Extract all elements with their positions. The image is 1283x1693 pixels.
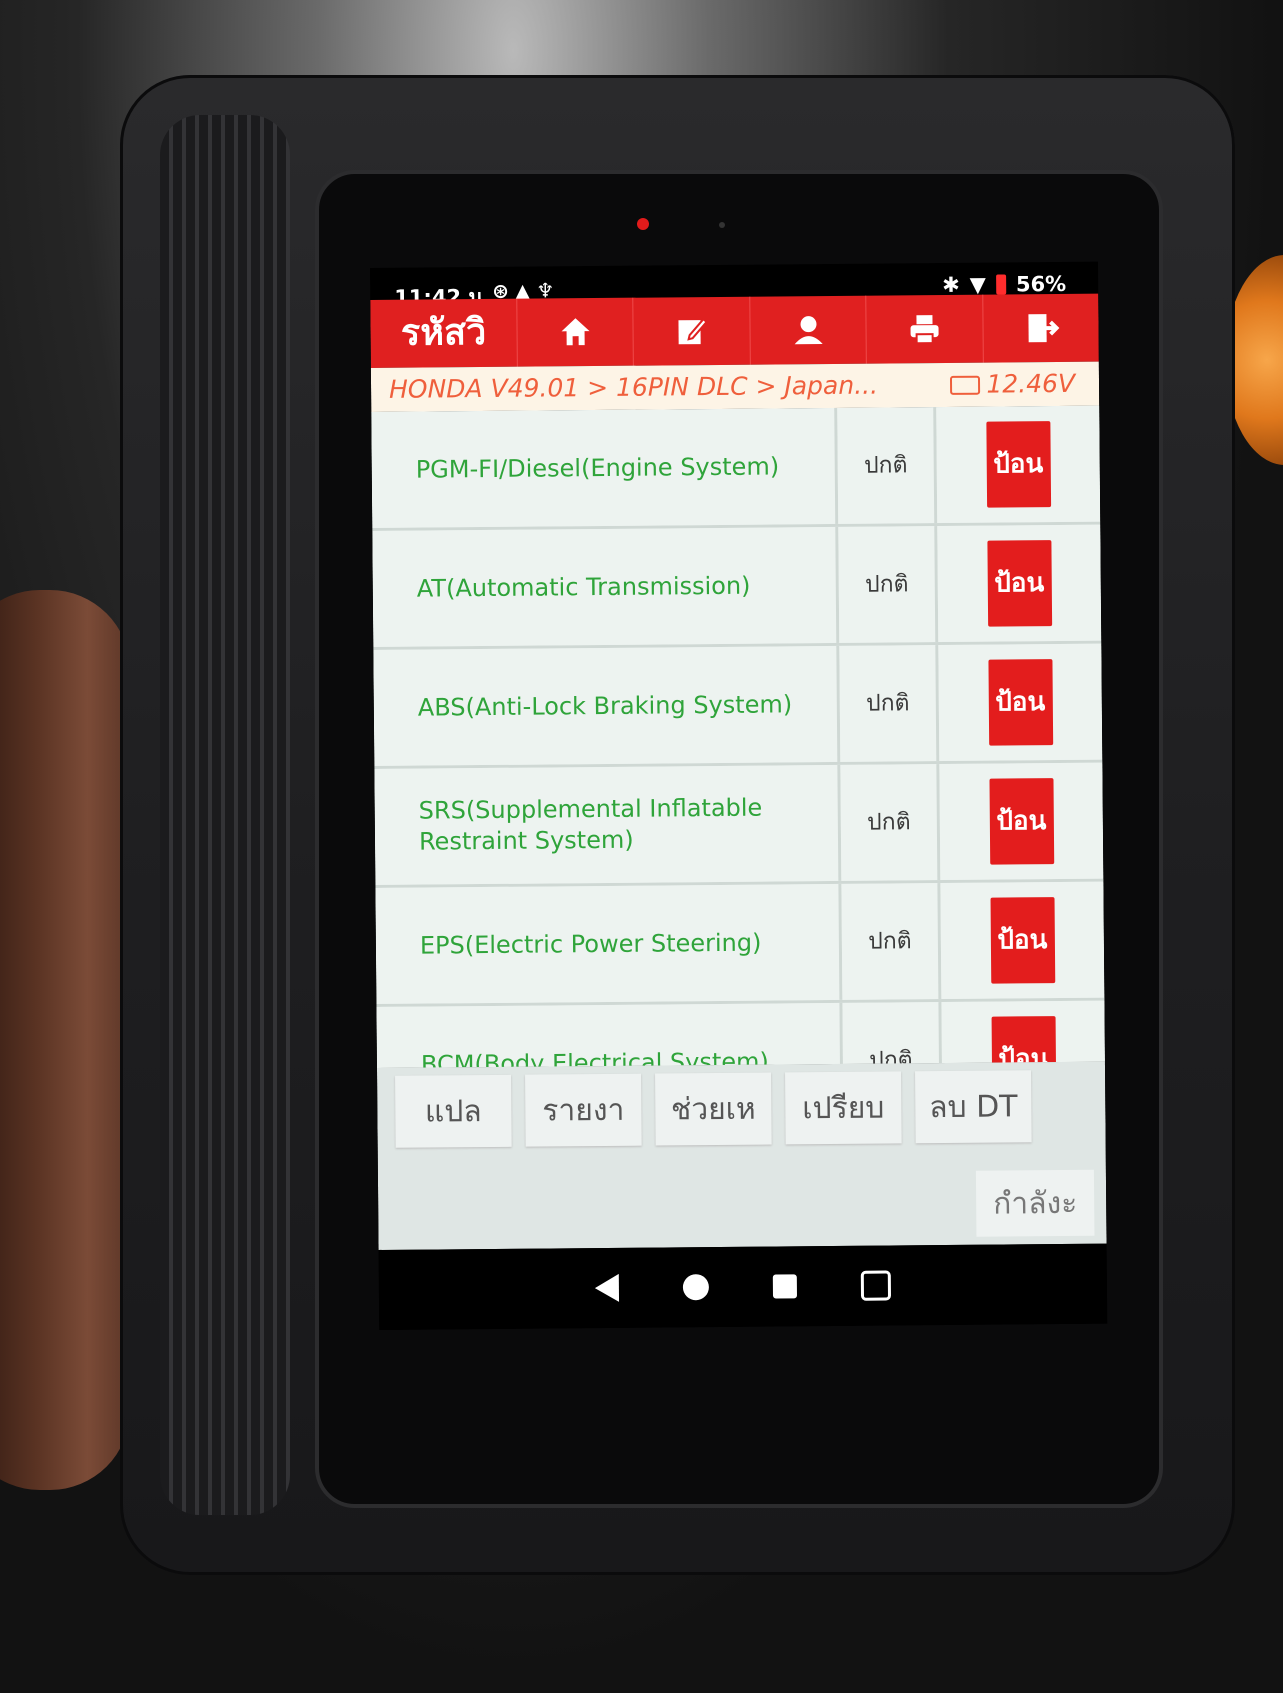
home-icon: [561, 318, 590, 346]
exit-icon: [1028, 314, 1060, 343]
system-name: PGM-FI/Diesel(Engine System): [371, 407, 839, 528]
edit-button[interactable]: [632, 296, 750, 366]
car-battery-icon: [950, 375, 981, 395]
table-row: BCM(Body Electrical System) ปกติ ป้อน: [376, 1000, 1105, 1068]
system-status: ปกติ: [841, 883, 942, 1000]
enter-button[interactable]: ป้อน: [987, 659, 1053, 746]
android-nav-bar: [378, 1243, 1108, 1330]
system-name: BCM(Body Electrical System): [376, 1002, 844, 1068]
screenshot-icon[interactable]: [860, 1270, 892, 1301]
edit-icon: [678, 317, 708, 345]
bottom-action-bar: แปล รายงา ช่วยเห เปรียบ ลบ DT กำลังะ: [376, 1061, 1107, 1250]
tablet-screen: 11:42 น. ⊛▲♆ ✱ ▼ 56% รหัสวิ HONDA V49.01…: [370, 261, 1108, 1330]
user-icon: [794, 316, 823, 345]
table-row: SRS(Supplemental Inflatable Restraint Sy…: [374, 762, 1104, 888]
recent-apps-icon[interactable]: [772, 1274, 798, 1299]
compare-button[interactable]: เปรียบ: [785, 1071, 902, 1145]
system-name: SRS(Supplemental Inflatable Restraint Sy…: [374, 764, 842, 885]
help-button[interactable]: ช่วยเห: [655, 1072, 772, 1146]
table-row: PGM-FI/Diesel(Engine System) ปกติ ป้อน: [371, 405, 1101, 531]
report-button[interactable]: รายงา: [525, 1073, 642, 1147]
enter-button[interactable]: ป้อน: [990, 897, 1055, 984]
system-status: ปกติ: [840, 764, 941, 881]
enter-button[interactable]: ป้อน: [991, 1016, 1056, 1068]
system-name: EPS(Electric Power Steering): [375, 883, 843, 1004]
breadcrumb-path: HONDA V49.01 > 16PIN DLC > Japan...: [388, 370, 879, 404]
voltage-value: 12.46V: [986, 368, 1076, 399]
enter-button[interactable]: ป้อน: [985, 421, 1051, 508]
home-button[interactable]: [516, 297, 634, 367]
battery-percent: 56%: [1015, 271, 1067, 297]
system-status: ปกติ: [839, 645, 940, 762]
system-name: AT(Automatic Transmission): [372, 526, 840, 647]
hand: [0, 590, 130, 1490]
toolbar-title: รหัสวิ: [400, 311, 487, 354]
system-status: ปกติ: [838, 526, 939, 643]
table-row: EPS(Electric Power Steering) ปกติ ป้อน: [375, 881, 1105, 1007]
clear-dtc-button[interactable]: ลบ DT: [915, 1070, 1032, 1144]
in-progress-button[interactable]: กำลังะ: [975, 1169, 1095, 1237]
print-icon: [910, 315, 939, 345]
top-toolbar: รหัสวิ: [370, 293, 1099, 368]
breadcrumb: HONDA V49.01 > 16PIN DLC > Japan... 12.4…: [370, 361, 1100, 412]
print-button[interactable]: [865, 294, 983, 364]
camera-icon: [637, 218, 649, 230]
enter-button[interactable]: ป้อน: [986, 540, 1052, 627]
table-row: AT(Automatic Transmission) ปกติ ป้อน: [372, 524, 1102, 650]
battery-icon: [995, 274, 1006, 295]
translate-button[interactable]: แปล: [395, 1074, 512, 1148]
back-icon[interactable]: [594, 1273, 620, 1303]
wifi-icon: ▼: [969, 272, 987, 297]
sensor-icon: [719, 222, 725, 228]
system-list: PGM-FI/Diesel(Engine System) ปกติ ป้อน A…: [371, 405, 1105, 1068]
system-name: ABS(Anti-Lock Braking System): [373, 645, 841, 766]
user-button[interactable]: [749, 295, 867, 365]
system-status: ปกติ: [842, 1002, 943, 1068]
tablet-grip: [160, 115, 290, 1515]
exit-button[interactable]: [981, 293, 1099, 363]
table-row: ABS(Anti-Lock Braking System) ปกติ ป้อน: [373, 643, 1103, 769]
home-nav-icon[interactable]: [682, 1274, 710, 1301]
bluetooth-icon: ✱: [942, 272, 960, 298]
voltage-readout: 12.46V: [950, 362, 1075, 407]
system-status: ปกติ: [837, 407, 938, 524]
enter-button[interactable]: ป้อน: [988, 778, 1054, 865]
